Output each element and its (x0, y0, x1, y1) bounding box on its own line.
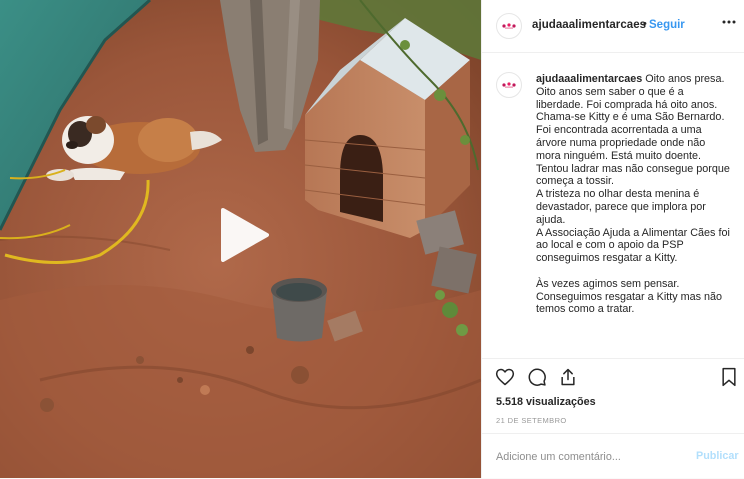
comment-bar: Publicar (482, 433, 744, 479)
heart-icon[interactable] (495, 367, 515, 387)
comment-input[interactable] (496, 449, 676, 465)
logo-icon (502, 23, 516, 29)
bookmark-icon[interactable] (719, 367, 739, 387)
caption-paragraph-2: A tristeza no olhar desta menina é devas… (536, 188, 706, 226)
caption-paragraph-1: Oito anos presa. Oito anos sem saber o q… (536, 73, 730, 188)
post-actions (482, 358, 744, 392)
post-header: ajudaaalimentarcaes • Seguir (482, 0, 744, 53)
instagram-post: ajudaaalimentarcaes • Seguir ajudaaalime… (0, 0, 744, 478)
post-sidebar: ajudaaalimentarcaes • Seguir ajudaaalime… (481, 0, 744, 478)
header-username[interactable]: ajudaaalimentarcaes (532, 19, 646, 31)
post-caption: ajudaaalimentarcaes Oito anos presa. Oit… (482, 52, 744, 359)
logo-icon (502, 82, 516, 88)
avatar[interactable] (496, 13, 522, 39)
more-options-icon[interactable] (721, 14, 737, 30)
caption-avatar[interactable] (496, 72, 522, 98)
share-icon[interactable] (558, 367, 578, 387)
caption-username[interactable]: ajudaaalimentarcaes (536, 73, 642, 85)
caption-paragraph-3: A Associação Ajuda a Alimentar Cães foi … (536, 226, 730, 265)
play-icon[interactable] (217, 208, 271, 262)
publish-button[interactable]: Publicar (696, 450, 739, 462)
header-separator: • (643, 18, 647, 30)
caption-paragraph-4: Às vezes agimos sem pensar. Conseguimos … (536, 277, 723, 316)
caption-text: ajudaaalimentarcaes Oito anos presa. Oit… (536, 73, 732, 316)
view-count[interactable]: 5.518 visualizações (496, 396, 596, 408)
post-video[interactable] (0, 0, 481, 478)
follow-button[interactable]: Seguir (649, 19, 685, 31)
comment-icon[interactable] (527, 367, 547, 387)
post-date[interactable]: 21 DE SETEMBRO (496, 416, 567, 425)
